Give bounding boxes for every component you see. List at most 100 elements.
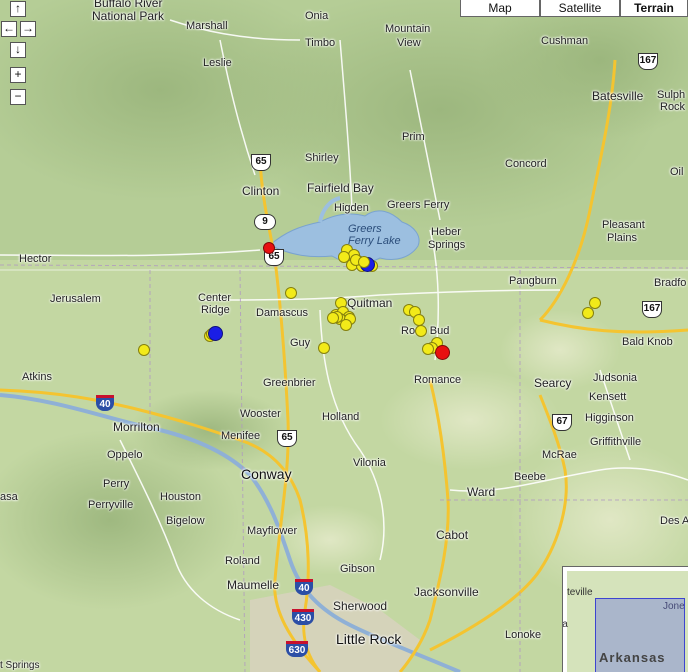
place-wooster: Wooster	[240, 408, 281, 420]
place-view: View	[397, 37, 421, 49]
place-quitman: Quitman	[347, 296, 393, 310]
place-kensett: Kensett	[589, 391, 627, 403]
place-jerusalem: Jerusalem	[50, 293, 101, 305]
place-oil: Oil	[670, 166, 684, 178]
place-perry: Perry	[103, 478, 130, 490]
place-gibson: Gibson	[340, 563, 375, 575]
place-fairfield-bay: Fairfield Bay	[307, 181, 374, 195]
place-hector: Hector	[19, 253, 52, 265]
map-marker[interactable]	[285, 287, 297, 299]
map-marker[interactable]	[138, 344, 150, 356]
place-searcy: Searcy	[534, 376, 572, 390]
i-40-west-shield: 40	[96, 395, 114, 411]
place-mountain: Mountain	[385, 23, 431, 35]
map-type-map-button[interactable]: Map	[460, 0, 540, 17]
place-mayflower: Mayflower	[247, 525, 298, 537]
us-67-shield: 67	[552, 414, 572, 431]
place-griffithville: Griffithville	[590, 436, 642, 448]
map-marker[interactable]	[263, 242, 275, 254]
map-type-satellite-button[interactable]: Satellite	[540, 0, 620, 17]
us-65-shield: 65	[251, 154, 271, 171]
pan-up-button[interactable]: ↑	[10, 1, 26, 17]
place-maumelle: Maumelle	[227, 578, 280, 592]
map-marker[interactable]	[582, 307, 594, 319]
us-65-south-shield: 65	[277, 430, 297, 447]
overview-town-1: teville	[567, 587, 593, 598]
us-167-shield: 167	[638, 53, 658, 70]
lake-label: Greers Ferry Lake	[348, 223, 401, 247]
pan-down-button[interactable]: ↓	[10, 42, 26, 58]
place-romance: Romance	[414, 374, 462, 386]
place-clinton: Clinton	[242, 184, 280, 198]
place-center: Center	[198, 292, 232, 304]
place-des-a: Des A	[660, 515, 688, 527]
place-judsonia: Judsonia	[593, 372, 638, 384]
place-timbo: Timbo	[305, 37, 336, 49]
place-cabot: Cabot	[436, 528, 469, 542]
map-marker[interactable]	[207, 325, 223, 341]
place-damascus: Damascus	[256, 307, 308, 319]
overview-map[interactable]: teville Jone Ca Arkansas	[562, 566, 688, 672]
place-shirley: Shirley	[305, 152, 339, 164]
place-lonoke: Lonoke	[505, 629, 542, 641]
i-430-shield: 430	[292, 609, 314, 625]
place-jacksonville: Jacksonville	[414, 585, 479, 599]
place-concord: Concord	[505, 158, 547, 170]
place-conway: Conway	[241, 466, 292, 482]
place-ward: Ward	[467, 485, 496, 499]
place-pangburn: Pangburn	[509, 275, 557, 287]
map-marker[interactable]	[358, 256, 370, 268]
place-bald-knob: Bald Knob	[622, 336, 673, 348]
place-oppelo: Oppelo	[107, 449, 143, 461]
place-higginson: Higginson	[585, 412, 634, 424]
place-pleasant: Pleasant	[602, 219, 645, 231]
place-menifee: Menifee	[221, 430, 261, 442]
map-marker[interactable]	[318, 342, 330, 354]
place-springs-bottom: t Springs	[0, 660, 40, 671]
place-heber: Heber	[431, 226, 461, 238]
place-guy: Guy	[290, 337, 311, 349]
place-roland: Roland	[225, 555, 260, 567]
place-little-rock: Little Rock	[336, 631, 402, 647]
place-marshall: Marshall	[186, 20, 228, 32]
place-bradfo: Bradfo	[654, 277, 687, 289]
map-marker[interactable]	[340, 319, 352, 331]
map-type-control: Map Satellite Terrain	[460, 0, 688, 17]
map-type-terrain-button[interactable]: Terrain	[620, 0, 688, 17]
place-higden: Higden	[334, 202, 369, 214]
place-onia: Onia	[305, 10, 329, 22]
place-plains: Plains	[607, 232, 637, 244]
pan-right-button[interactable]: →	[20, 21, 36, 37]
map-marker[interactable]	[422, 343, 434, 355]
place-batesville: Batesville	[592, 89, 644, 103]
place-vilonia: Vilonia	[353, 457, 386, 469]
i-630-shield: 630	[286, 641, 308, 657]
place-springs: Springs	[428, 239, 466, 251]
overview-state-label: Arkansas	[599, 650, 666, 665]
place-greers-ferry: Greers Ferry	[387, 199, 450, 211]
place-atkins: Atkins	[22, 371, 52, 383]
place-greenbrier: Greenbrier	[263, 377, 316, 389]
map-marker[interactable]	[327, 312, 339, 324]
place-ridge: Ridge	[201, 304, 230, 316]
place-mcrae: McRae	[542, 449, 577, 461]
pan-left-button[interactable]: ←	[1, 21, 17, 37]
zoom-in-button[interactable]: +	[10, 67, 26, 83]
place-leslie: Leslie	[203, 57, 232, 69]
place-sulph: Sulph	[657, 89, 686, 101]
place-holland: Holland	[322, 411, 360, 423]
zoom-out-button[interactable]: −	[10, 89, 26, 105]
place-prim: Prim	[402, 131, 425, 143]
i-40-south-shield: 40	[295, 579, 313, 595]
map-marker[interactable]	[434, 344, 450, 360]
place-houston: Houston	[160, 491, 201, 503]
map-marker[interactable]	[415, 325, 427, 337]
place-sherwood: Sherwood	[333, 599, 388, 613]
place-rock: Rock	[660, 101, 686, 113]
place-beebe: Beebe	[514, 471, 546, 483]
place-national-park: National Park	[92, 9, 165, 23]
overview-town-3: Ca	[562, 619, 568, 630]
place-bigelow: Bigelow	[166, 515, 205, 527]
map-canvas[interactable]: Buffalo River National Park Marshall Les…	[0, 0, 688, 672]
place-cushman: Cushman	[541, 35, 589, 47]
